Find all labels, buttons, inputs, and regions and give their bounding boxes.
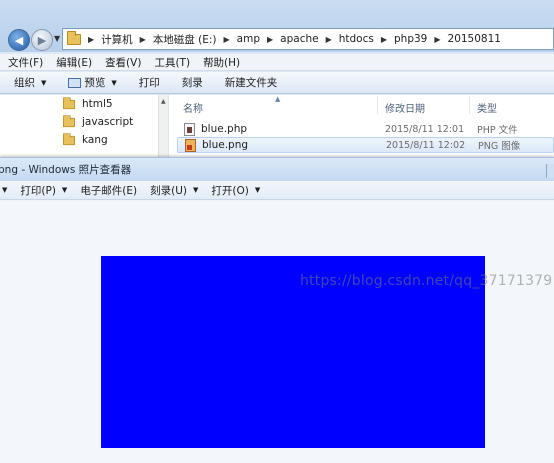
- breadcrumb-htdocs[interactable]: htdocs: [339, 33, 374, 45]
- new-folder-button[interactable]: 新建文件夹: [225, 75, 278, 90]
- email-button[interactable]: 电子邮件(E): [80, 183, 137, 198]
- chevron-right-icon[interactable]: ▶: [140, 35, 146, 44]
- chevron-right-icon[interactable]: ▶: [381, 35, 387, 44]
- file-date: 2015/8/11 12:02: [386, 139, 466, 151]
- tree-item-javascript[interactable]: javascript: [62, 114, 134, 128]
- print-menu[interactable]: 打印(P) ▼: [20, 183, 67, 198]
- tree-item-label: javascript: [82, 116, 134, 128]
- address-row: ◀ ▶ ▼ ▶ 计算机 ▶ 本地磁盘 (E:) ▶ amp ▶ apache ▶…: [0, 0, 554, 52]
- dropdown-arrow-icon: ▼: [254, 186, 261, 194]
- navigation-scrollbar[interactable]: ▲: [158, 95, 168, 160]
- burn-button[interactable]: 刻录: [182, 75, 203, 90]
- preview-label: 预览: [84, 77, 106, 89]
- file-type: PNG 图像: [478, 141, 521, 152]
- tree-item-html5[interactable]: html5: [62, 96, 113, 110]
- photo-viewer-window: png - Windows 照片查看器 ▼ 打印(P) ▼ 电子邮件(E) 刻录(…: [0, 157, 554, 463]
- menu-bar: 文件(F) 编辑(E) 查看(V) 工具(T) 帮助(H): [0, 54, 554, 71]
- tree-item-label: html5: [82, 98, 113, 110]
- scroll-up-icon[interactable]: ▲: [161, 98, 166, 105]
- chevron-right-icon[interactable]: ▶: [267, 35, 273, 44]
- column-header-name[interactable]: 名称: [183, 100, 203, 115]
- dropdown-arrow-icon: ▼: [61, 186, 68, 194]
- organize-button[interactable]: 组织 ▼: [14, 75, 46, 90]
- breadcrumb-php39[interactable]: php39: [394, 33, 427, 45]
- burn-menu-label: 刻录(U): [150, 184, 188, 197]
- window-edge: [546, 164, 554, 178]
- file-name: blue.php: [201, 123, 248, 135]
- preview-button[interactable]: 预览 ▼: [68, 75, 117, 90]
- file-name: blue.png: [202, 139, 249, 151]
- menu-file[interactable]: 文件(F): [8, 55, 43, 70]
- folder-icon: [63, 114, 75, 127]
- menu-view[interactable]: 查看(V): [105, 55, 141, 70]
- print-menu-label: 打印(P): [20, 184, 56, 197]
- dropdown-arrow-icon: ▼: [41, 78, 47, 87]
- folder-icon: [63, 96, 75, 109]
- address-bar[interactable]: ▶ 计算机 ▶ 本地磁盘 (E:) ▶ amp ▶ apache ▶ htdoc…: [62, 28, 554, 50]
- toolbar-dropdown[interactable]: ▼: [2, 186, 7, 194]
- dropdown-arrow-icon: ▼: [111, 78, 117, 87]
- forward-button[interactable]: ▶: [31, 29, 53, 51]
- menu-help[interactable]: 帮助(H): [203, 55, 240, 70]
- chevron-right-icon[interactable]: ▶: [326, 35, 332, 44]
- open-menu-label: 打开(O): [211, 184, 249, 197]
- breadcrumb-apache[interactable]: apache: [280, 33, 318, 45]
- open-menu[interactable]: 打开(O) ▼: [211, 183, 260, 198]
- menu-edit[interactable]: 编辑(E): [56, 55, 92, 70]
- breadcrumb-20150811[interactable]: 20150811: [448, 33, 501, 45]
- back-arrow-icon: ◀: [14, 33, 24, 47]
- viewer-toolbar: ▼ 打印(P) ▼ 电子邮件(E) 刻录(U) ▼ 打开(O) ▼: [0, 181, 554, 200]
- folder-icon: [67, 30, 81, 45]
- forward-arrow-icon: ▶: [37, 33, 47, 47]
- history-dropdown-icon[interactable]: ▼: [54, 34, 60, 43]
- image-display-area: [0, 201, 554, 463]
- column-divider[interactable]: [469, 96, 470, 114]
- explorer-window: ◀ ▶ ▼ ▶ 计算机 ▶ 本地磁盘 (E:) ▶ amp ▶ apache ▶…: [0, 0, 554, 160]
- tree-item-label: kang: [82, 134, 108, 146]
- print-button[interactable]: 打印: [139, 75, 160, 90]
- breadcrumb-computer[interactable]: 计算机: [101, 32, 133, 47]
- file-date: 2015/8/11 12:01: [385, 123, 465, 135]
- file-row[interactable]: blue.php 2015/8/11 12:01 PHP 文件: [177, 121, 554, 137]
- breadcrumb-drive-e[interactable]: 本地磁盘 (E:): [153, 32, 217, 47]
- file-type: PHP 文件: [477, 125, 518, 136]
- organize-label: 组织: [14, 77, 35, 89]
- chevron-right-icon[interactable]: ▶: [434, 35, 440, 44]
- watermark-text: https://blog.csdn.net/qq_37171379: [300, 273, 553, 289]
- dropdown-arrow-icon: ▼: [193, 186, 199, 194]
- tree-item-kang[interactable]: kang: [62, 132, 108, 146]
- php-file-icon: [184, 122, 195, 136]
- chevron-right-icon[interactable]: ▶: [88, 35, 94, 44]
- file-row-selected[interactable]: blue.png 2015/8/11 12:02 PNG 图像: [177, 137, 554, 153]
- menu-tools[interactable]: 工具(T): [154, 55, 190, 70]
- back-button[interactable]: ◀: [8, 29, 30, 51]
- dropdown-arrow-icon: ▼: [2, 186, 8, 194]
- viewer-title-bar[interactable]: png - Windows 照片查看器: [0, 157, 554, 181]
- chevron-right-icon[interactable]: ▶: [224, 35, 230, 44]
- column-divider[interactable]: [377, 96, 378, 114]
- file-list: ▲ 名称 修改日期 类型 blue.php 2015/8/11 12:01 PH…: [169, 95, 554, 160]
- folder-icon: [63, 132, 75, 145]
- navigation-pane: html5 javascript kang: [0, 95, 168, 160]
- preview-icon: [68, 77, 82, 88]
- column-header-type[interactable]: 类型: [477, 100, 497, 115]
- command-bar: 组织 ▼ 预览 ▼ 打印 刻录 新建文件夹: [0, 72, 554, 94]
- column-header-date[interactable]: 修改日期: [385, 100, 425, 115]
- breadcrumb-amp[interactable]: amp: [237, 33, 260, 45]
- viewer-title: png - Windows 照片查看器: [0, 164, 132, 176]
- sort-ascending-icon: ▲: [275, 95, 281, 103]
- png-file-icon: [185, 138, 196, 152]
- burn-menu[interactable]: 刻录(U) ▼: [150, 183, 198, 198]
